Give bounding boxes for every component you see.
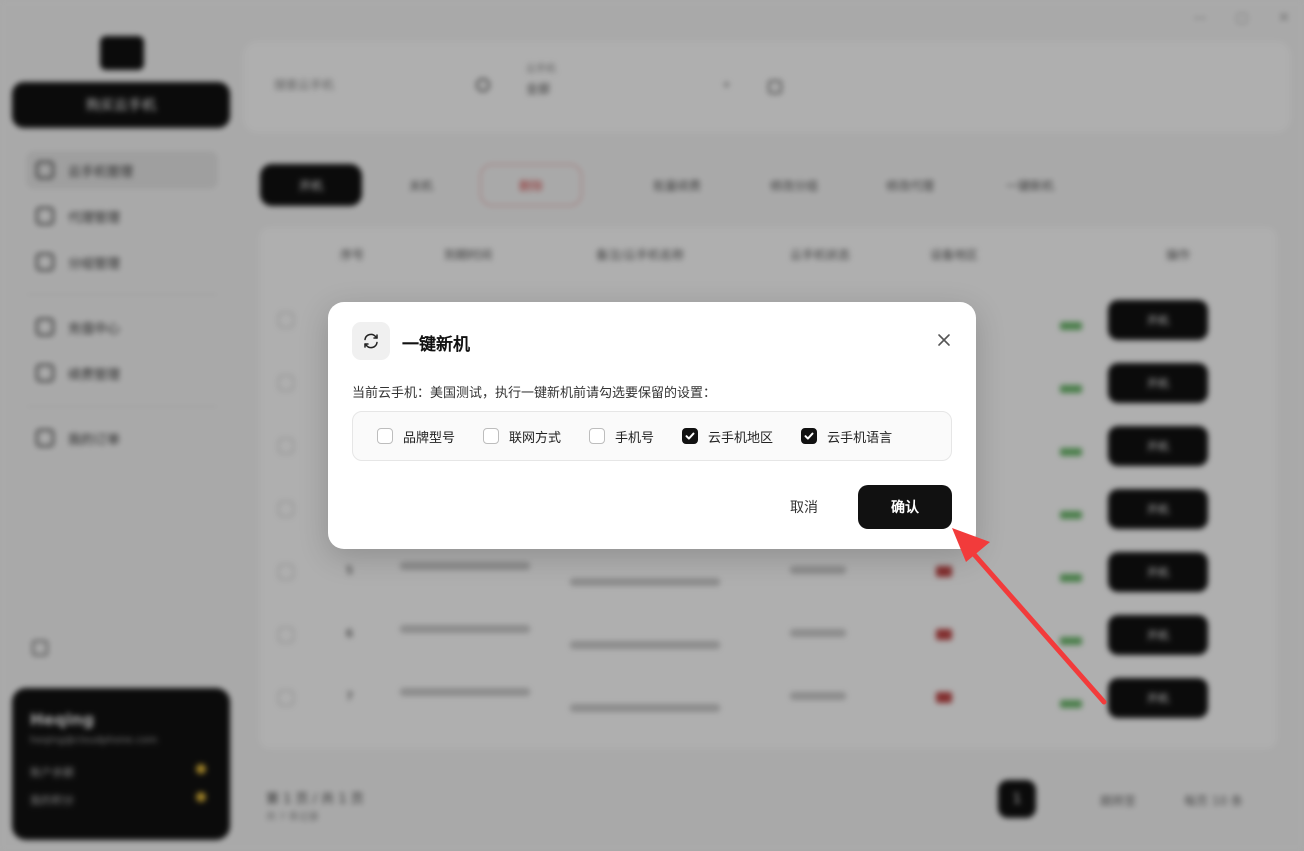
refresh-icon — [352, 322, 390, 360]
checkbox[interactable] — [377, 428, 393, 444]
close-icon[interactable] — [936, 332, 952, 348]
checkbox[interactable] — [589, 428, 606, 444]
option-region[interactable]: 云手机地区 — [682, 427, 773, 446]
option-brand-model[interactable]: 品牌型号 — [377, 427, 455, 446]
cancel-button[interactable]: 取消 — [770, 485, 838, 529]
retain-options-group: 品牌型号 联网方式 手机号 云手机地区 云手机语言 — [352, 411, 952, 461]
checkbox[interactable] — [682, 428, 699, 444]
checkbox[interactable] — [801, 428, 818, 444]
dialog-title: 一键新机 — [402, 335, 470, 355]
confirm-button[interactable]: 确认 — [858, 485, 952, 529]
checkbox[interactable] — [483, 428, 500, 444]
option-language[interactable]: 云手机语言 — [801, 427, 892, 446]
option-network[interactable]: 联网方式 — [483, 427, 561, 446]
option-phone-number[interactable]: 手机号 — [589, 427, 654, 446]
dialog-description: 当前云手机：美国测试，执行一键新机前请勾选要保留的设置： — [352, 386, 717, 401]
one-click-new-dialog: 一键新机 当前云手机：美国测试，执行一键新机前请勾选要保留的设置： 品牌型号 联… — [328, 302, 976, 549]
